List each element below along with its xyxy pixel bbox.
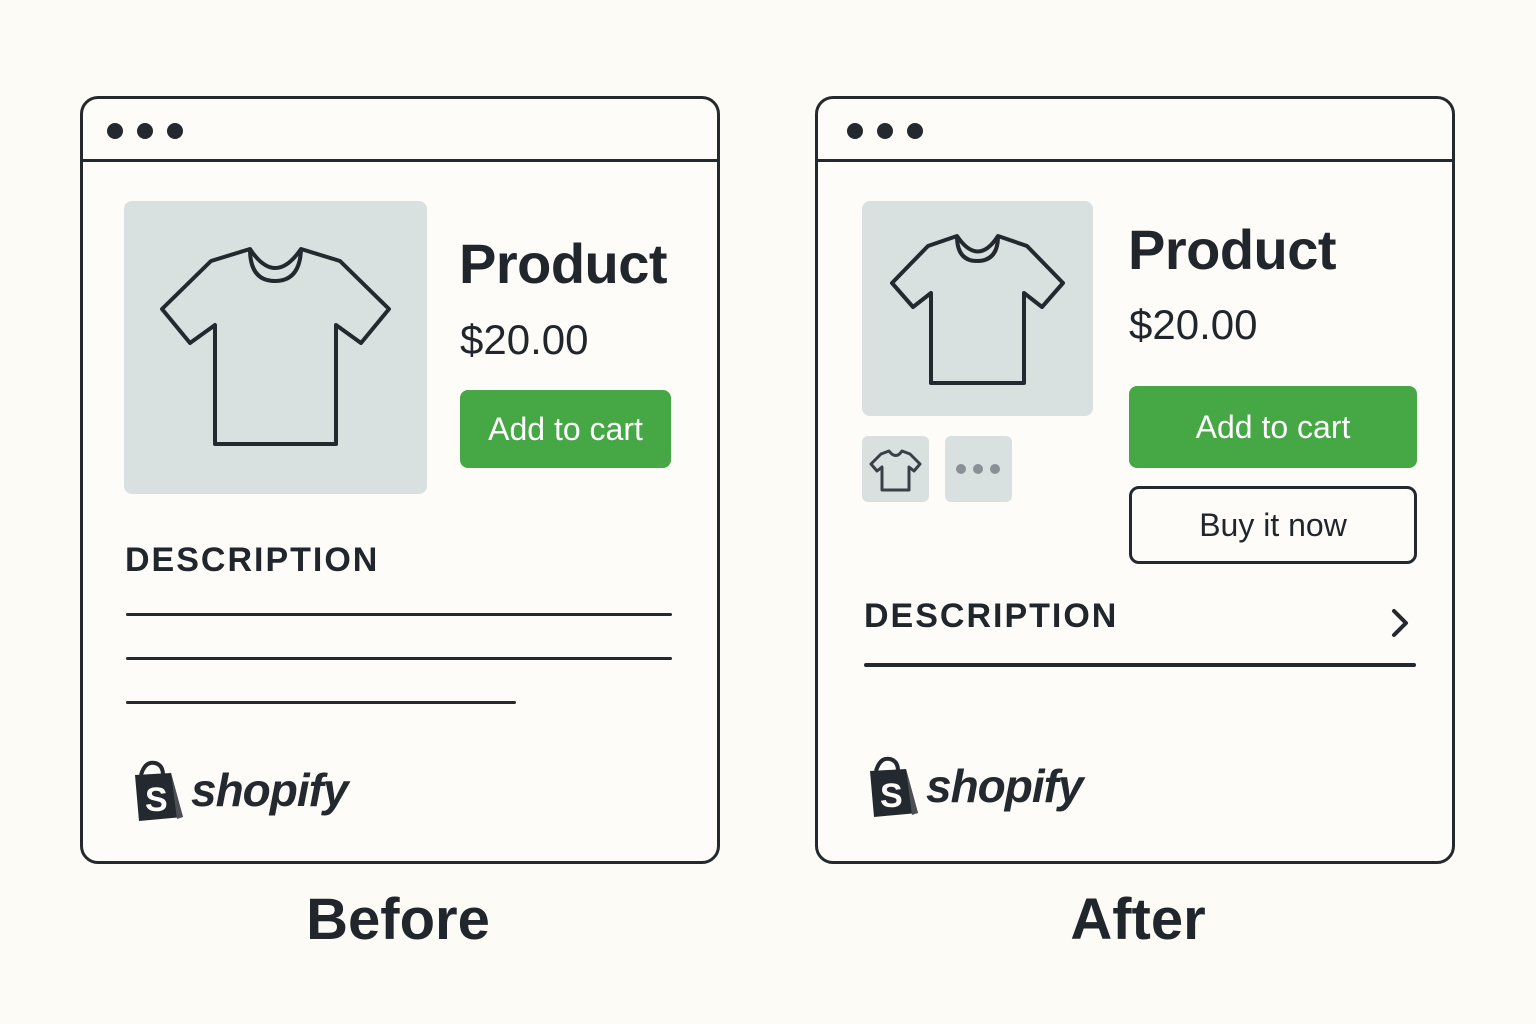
after-browser-window: Product $20.00 Add to cart Buy it now DE… <box>815 96 1455 864</box>
window-titlebar <box>818 99 1452 162</box>
description-heading: DESCRIPTION <box>125 541 380 579</box>
before-browser-window: Product $20.00 Add to cart DESCRIPTION S… <box>80 96 720 864</box>
product-image[interactable] <box>862 201 1093 416</box>
description-text-line <box>126 613 672 616</box>
window-dot <box>847 123 863 139</box>
logo-wordmark: shopify <box>926 760 1084 812</box>
tshirt-icon <box>869 449 922 492</box>
chevron-right-icon[interactable] <box>1388 607 1412 639</box>
window-dot <box>167 123 183 139</box>
product-price: $20.00 <box>1129 301 1258 348</box>
description-divider <box>864 663 1416 667</box>
before-caption: Before <box>306 887 490 952</box>
buy-it-now-button[interactable]: Buy it now <box>1129 486 1417 564</box>
tshirt-icon <box>160 247 391 446</box>
product-price: $20.00 <box>460 316 589 363</box>
more-dots-icon <box>956 464 1000 474</box>
add-to-cart-button[interactable]: Add to cart <box>1129 386 1417 468</box>
svg-text:S: S <box>880 777 903 815</box>
description-text-line <box>126 657 672 660</box>
shopify-bag-icon: S <box>870 756 918 817</box>
product-image[interactable] <box>124 201 427 494</box>
window-titlebar <box>83 99 717 162</box>
product-title: Product <box>1128 218 1337 281</box>
thumbnail-image[interactable] <box>862 436 929 502</box>
window-dot <box>107 123 123 139</box>
shopify-logo: S shopify <box>866 755 1084 817</box>
logo-wordmark: shopify <box>191 764 349 816</box>
svg-text:S: S <box>145 781 168 819</box>
description-text-line <box>126 701 516 704</box>
more-images-button[interactable] <box>945 436 1012 502</box>
shopify-bag-icon: S <box>135 760 183 821</box>
shopify-logo: S shopify <box>131 759 349 821</box>
window-dot <box>137 123 153 139</box>
add-to-cart-button[interactable]: Add to cart <box>460 390 671 468</box>
tshirt-icon <box>890 234 1065 385</box>
after-caption: After <box>1070 887 1206 952</box>
window-dot <box>877 123 893 139</box>
window-dot <box>907 123 923 139</box>
description-heading[interactable]: DESCRIPTION <box>864 597 1118 636</box>
product-title: Product <box>459 232 668 295</box>
